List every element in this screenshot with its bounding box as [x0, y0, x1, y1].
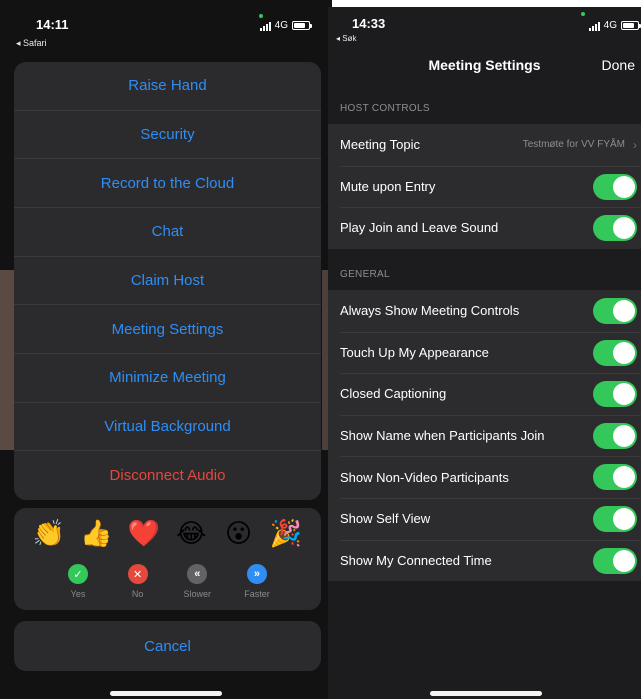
- emoji-row: 👏 👍 ❤️ 😂 😮 🎉: [32, 516, 303, 550]
- toggle-switch-show-non-video-participants[interactable]: [593, 464, 637, 491]
- meeting-settings-screen: 14:33 ◂ Søk 4G Meeting Settings Done HOS…: [328, 7, 641, 699]
- faster-icon: »: [246, 564, 267, 584]
- setting-label: Show Non-Video Participants: [340, 469, 509, 485]
- joy-emoji-icon[interactable]: 😂: [174, 516, 208, 550]
- feedback-label: Faster: [244, 589, 270, 599]
- zoom-more-menu-screen: 14:11 ◂ Safari 4G Raise Hand Security Reco…: [0, 0, 332, 699]
- toggle-switch-closed-captioning[interactable]: [593, 381, 637, 408]
- menu-item-raise-hand[interactable]: Raise Hand: [14, 62, 321, 111]
- home-indicator: [110, 691, 222, 696]
- menu-item-virtual-background[interactable]: Virtual Background: [14, 403, 321, 452]
- video-background-edge: [0, 270, 14, 450]
- chevron-right-icon: ›: [633, 137, 637, 152]
- heart-emoji-icon[interactable]: ❤️: [127, 516, 161, 550]
- setting-label: Closed Captioning: [340, 386, 447, 402]
- navigation-bar: Meeting Settings Done: [328, 51, 641, 83]
- cancel-button[interactable]: Cancel: [14, 621, 321, 671]
- setting-label: Show My Connected Time: [340, 552, 492, 568]
- more-action-sheet: Raise Hand Security Record to the Cloud Cha…: [14, 62, 321, 500]
- toggle-switch-show-name-when-participants-join[interactable]: [593, 422, 637, 449]
- feedback-label: Slower: [183, 589, 212, 599]
- menu-item-record-to-the-cloud[interactable]: Record to the Cloud: [14, 159, 321, 208]
- setting-row-always-show-meeting-controls: Always Show Meeting Controls: [328, 290, 641, 332]
- party-popper-emoji-icon[interactable]: 🎉: [269, 516, 303, 550]
- slower-icon: «: [187, 564, 208, 584]
- setting-row-show-name-when-participants-join: Show Name when Participants Join: [328, 414, 641, 457]
- general-settings-group: Always Show Meeting Controls Touch Up My …: [328, 290, 641, 582]
- setting-row-touch-up-my-appearance: Touch Up My Appearance: [328, 331, 641, 374]
- meeting-topic-label: Meeting Topic: [340, 137, 420, 153]
- back-to-app-link[interactable]: ◂ Søk: [336, 34, 356, 43]
- toggle-switch-show-my-connected-time[interactable]: [593, 547, 637, 574]
- toggle-knob: [613, 300, 635, 322]
- toggle-knob: [613, 175, 635, 198]
- thumbs-up-emoji-icon[interactable]: 👍: [79, 516, 113, 550]
- feedback-no-button[interactable]: ✕ No: [116, 564, 160, 599]
- section-header-general: GENERAL: [340, 269, 390, 280]
- status-indicators: 4G: [588, 20, 641, 31]
- menu-item-meeting-settings[interactable]: Meeting Settings: [14, 305, 321, 354]
- toggle-knob: [613, 341, 635, 364]
- toggle-knob: [613, 466, 635, 489]
- setting-row-closed-captioning: Closed Captioning: [328, 373, 641, 415]
- setting-row-show-non-video-participants: Show Non-Video Participants: [328, 456, 641, 498]
- meeting-topic-row[interactable]: Meeting Topic Testmøte for VV FYÅM ›: [328, 124, 641, 166]
- reactions-panel: 👏 👍 ❤️ 😂 😮 🎉 ✓ Yes ✕ No « Slower » Faster: [14, 508, 321, 610]
- toggle-knob: [613, 424, 635, 447]
- status-time: 14:33: [352, 16, 386, 31]
- open-mouth-emoji-icon[interactable]: 😮: [222, 516, 256, 550]
- toggle-knob: [613, 549, 635, 572]
- toggle-switch-always-show-meeting-controls[interactable]: [593, 298, 637, 324]
- back-to-app-link[interactable]: ◂ Safari: [16, 38, 47, 49]
- setting-row-mute-upon-entry: Mute upon Entry: [328, 165, 641, 208]
- clap-emoji-icon[interactable]: 👏: [32, 516, 66, 550]
- toggle-knob: [613, 507, 635, 530]
- battery-icon: [621, 21, 641, 30]
- toggle-switch-show-self-view[interactable]: [593, 505, 637, 532]
- toggle-switch-play-join-and-leave-sound[interactable]: [593, 215, 637, 242]
- setting-row-show-my-connected-time: Show My Connected Time: [328, 539, 641, 582]
- battery-icon: [292, 21, 312, 30]
- feedback-faster-button[interactable]: » Faster: [235, 564, 279, 599]
- check-icon: ✓: [68, 564, 88, 584]
- menu-item-claim-host[interactable]: Claim Host: [14, 257, 321, 306]
- close-icon: ✕: [127, 564, 148, 584]
- toggle-knob: [613, 217, 635, 240]
- setting-label: Always Show Meeting Controls: [340, 303, 520, 319]
- home-indicator: [430, 691, 542, 696]
- toggle-switch-touch-up-my-appearance[interactable]: [593, 339, 637, 366]
- status-time: 14:11: [36, 17, 69, 32]
- toggle-switch-mute-upon-entry[interactable]: [593, 173, 637, 200]
- network-type: 4G: [603, 20, 617, 31]
- setting-label: Play Join and Leave Sound: [340, 220, 499, 236]
- camera-indicator-icon: [259, 14, 263, 18]
- network-type: 4G: [274, 20, 288, 31]
- feedback-label: Yes: [70, 589, 86, 599]
- nonverbal-feedback-row: ✓ Yes ✕ No « Slower » Faster: [56, 564, 279, 599]
- toggle-knob: [613, 383, 635, 406]
- section-header-host-controls: HOST CONTROLS: [340, 103, 430, 114]
- menu-item-chat[interactable]: Chat: [14, 208, 321, 257]
- setting-label: Mute upon Entry: [340, 178, 436, 194]
- setting-label: Show Name when Participants Join: [340, 428, 545, 444]
- signal-icon: [588, 21, 600, 31]
- menu-item-disconnect-audio[interactable]: Disconnect Audio: [14, 451, 321, 500]
- host-controls-group: Meeting Topic Testmøte for VV FYÅM › Mut…: [328, 124, 641, 249]
- meeting-topic-value: Testmøte for VV FYÅM: [522, 139, 625, 151]
- setting-label: Show Self View: [340, 511, 431, 527]
- signal-icon: [259, 21, 271, 31]
- setting-row-play-join-and-leave-sound: Play Join and Leave Sound: [328, 207, 641, 249]
- status-bar: 14:11 ◂ Safari 4G: [0, 0, 332, 56]
- camera-indicator-icon: [581, 12, 585, 16]
- page-title: Meeting Settings: [428, 57, 541, 73]
- setting-row-show-self-view: Show Self View: [328, 497, 641, 540]
- feedback-label: No: [131, 589, 144, 599]
- done-button[interactable]: Done: [602, 57, 635, 73]
- setting-label: Touch Up My Appearance: [340, 344, 489, 360]
- status-indicators: 4G: [259, 20, 312, 31]
- feedback-yes-button[interactable]: ✓ Yes: [56, 564, 100, 599]
- menu-item-minimize-meeting[interactable]: Minimize Meeting: [14, 354, 321, 403]
- feedback-slower-button[interactable]: « Slower: [175, 564, 219, 599]
- menu-item-security[interactable]: Security: [14, 111, 321, 160]
